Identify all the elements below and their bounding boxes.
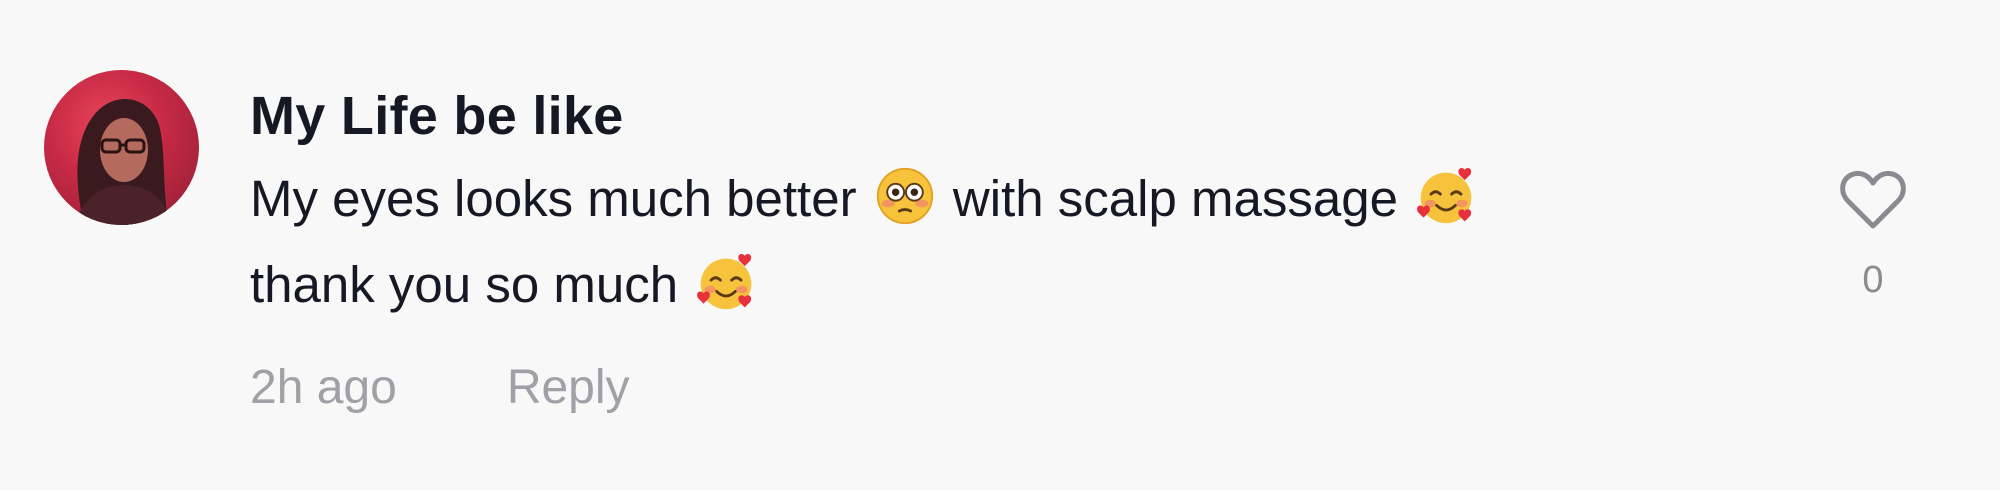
comment-text-part2: with scalp massage [952,170,1398,227]
comment-text-part3: thank you so much [250,256,679,313]
avatar-photo [74,98,174,225]
reply-button[interactable]: Reply [507,358,630,418]
smiling-face-with-hearts-emoji-icon [1416,166,1476,226]
comment-item: My Life be like My eyes looks much bette… [0,0,2000,490]
flushed-face-emoji-icon [875,166,935,226]
comment-meta: 2h ago Reply [250,358,1700,418]
comment-text: My eyes looks much better with scalp mas… [250,156,1700,328]
comment-text-part1: My eyes looks much better [250,170,857,227]
comment-content: My Life be like My eyes looks much bette… [250,78,1700,418]
like-container: 0 [1838,168,1908,302]
like-count: 0 [1862,259,1884,301]
comment-timestamp: 2h ago [250,361,397,414]
smiling-face-with-hearts-emoji-icon [696,252,756,312]
avatar[interactable] [44,70,199,225]
comment-username[interactable]: My Life be like [250,78,1700,154]
heart-outline-icon[interactable] [1838,168,1908,232]
